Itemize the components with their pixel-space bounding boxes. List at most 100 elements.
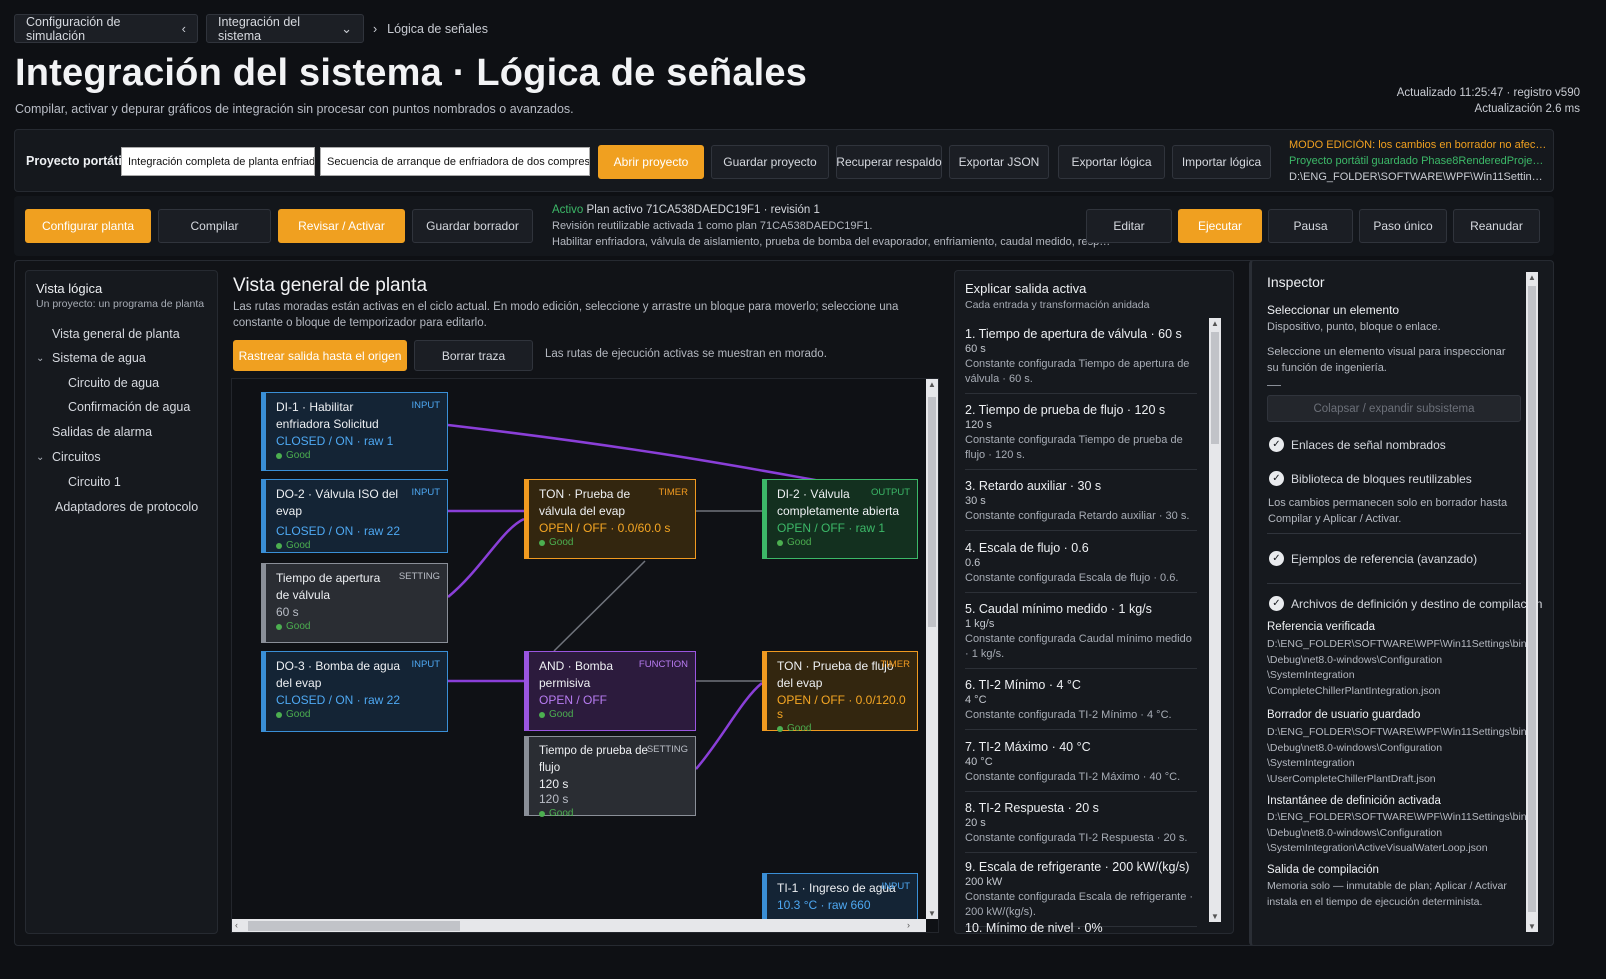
import-logic-button[interactable]: Importar lógica [1172,145,1271,179]
clear-trace-button[interactable]: Borrar traza [414,340,533,371]
quality-label: Good [286,709,311,720]
export-logic-button[interactable]: Exportar lógica [1058,145,1165,179]
block-setting-flow-test-time[interactable]: SETTING Tiempo de prueba de flujo 120 s … [524,736,696,819]
scroll-thumb[interactable] [1211,332,1219,444]
open-project-button[interactable]: Abrir proyecto [598,145,704,179]
explain-item-detail: Constante configurada TI-2 Mínimo · 4 °C… [965,709,1172,721]
scroll-down-icon[interactable]: ▼ [1528,922,1536,931]
block-di2-valve-open[interactable]: OUTPUT DI-2 · Válvula completamente abie… [762,479,918,559]
divider [1267,385,1281,386]
project-description-input[interactable]: Secuencia de arranque de enfriadora de d… [320,147,590,176]
explain-item[interactable]: 2. Tiempo de prueba de flujo · 120 s 120… [965,402,1197,470]
scroll-right-icon[interactable]: › [907,920,910,930]
explain-item[interactable]: 5. Caudal mínimo medido · 1 kg/s 1 kg/s … [965,601,1197,669]
recover-backup-button[interactable]: Recuperar respaldo [836,145,942,179]
scroll-thumb[interactable] [1528,286,1536,912]
scroll-up-icon[interactable]: ▲ [1528,273,1536,282]
canvas-horizontal-scrollbar[interactable]: ‹ › [232,919,926,932]
logic-canvas[interactable]: INPUT DI-1 · Habilitar enfriadora Solici… [231,378,939,933]
tree-item-water-circuit[interactable]: Circuito de agua [68,376,159,390]
check-reference-examples[interactable]: ✓ Ejemplos de referencia (avanzado) [1269,551,1477,566]
block-do3[interactable]: INPUT DO-3 · Bomba de agua del evap CLOS… [261,651,448,732]
explain-scrollbar[interactable]: ▲ ▼ [1209,318,1221,922]
tree-item-water-system[interactable]: ⌄ Sistema de agua [36,351,146,365]
explain-item-detail: Constante configurada Tiempo de apertura… [965,358,1190,385]
explain-item[interactable]: 10. Mínimo de nivel · 0% [965,920,1197,933]
explain-item[interactable]: 8. TI-2 Respuesta · 20 s 20 s Constante … [965,800,1197,853]
explain-item[interactable]: 7. TI-2 Máximo · 40 °C 40 °C Constante c… [965,739,1197,792]
quality-label: Good [286,540,311,551]
status-dot-icon [539,810,545,817]
explain-item[interactable]: 6. TI-2 Mínimo · 4 °C 4 °C Constante con… [965,677,1197,730]
project-name-input[interactable]: Integración completa de planta enfriador… [121,147,315,176]
breadcrumb-current: › Lógica de señales [373,14,488,43]
explain-item-detail: Constante configurada Caudal mínimo medi… [965,633,1192,660]
chevron-down-icon[interactable]: ⌄ [36,353,46,364]
breadcrumb-label: Lógica de señales [387,21,488,36]
pause-button[interactable]: Pausa [1268,209,1353,243]
review-activate-button[interactable]: Revisar / Activar [278,209,405,243]
edit-mode-status: MODO EDICIÓN: los cambios en borrador no… [1289,139,1547,151]
resume-button[interactable]: Reanudar [1453,209,1540,243]
scroll-down-icon[interactable]: ▼ [928,909,936,918]
explain-item-detail: Constante configurada TI-2 Máximo · 40 °… [965,771,1181,783]
explain-item[interactable]: 1. Tiempo de apertura de válvula · 60 s … [965,326,1197,394]
block-ti1-water-inlet[interactable]: INPUT TI-1 · Ingreso de agua 10.3 °C · r… [762,873,918,923]
block-setting-valve-open-time[interactable]: SETTING Tiempo de apertura de válvula 60… [261,563,448,643]
export-json-button[interactable]: Exportar JSON [949,145,1049,179]
tree-subtitle: Un proyecto: un programa de planta [36,298,205,310]
block-name: TON · Prueba de válvula del evap [539,487,631,518]
link-set1-ton1[interactable] [447,517,525,598]
explain-item-title: 2. Tiempo de prueba de flujo · 120 s [965,403,1166,417]
block-do2[interactable]: INPUT DO-2 · Válvula ISO del evap CLOSED… [261,479,448,553]
save-project-button[interactable]: Guardar proyecto [711,145,829,179]
block-and-pump-permissive[interactable]: FUNCTION AND · Bomba permisiva OPEN / OF… [524,651,696,731]
link-set2-ton2[interactable] [695,682,763,770]
breadcrumb-system[interactable]: Integración del sistema ⌄ [206,14,364,43]
tree-item-water-confirmation[interactable]: Confirmación de agua [68,400,190,414]
check-definition-files[interactable]: ✓ Archivos de definición y destino de com… [1269,596,1542,611]
page-subtitle: Compilar, activar y depurar gráficos de … [15,102,574,116]
single-step-button[interactable]: Paso único [1359,209,1447,243]
chevron-down-icon[interactable]: ⌄ [36,452,46,463]
tree-item-plant-overview[interactable]: Vista general de planta [52,327,180,341]
scroll-up-icon[interactable]: ▲ [928,380,936,389]
block-tag: FUNCTION [638,659,688,670]
scroll-thumb[interactable] [928,397,936,627]
explain-item[interactable]: 3. Retardo auxiliar · 30 s 30 s Constant… [965,478,1197,531]
save-draft-button[interactable]: Guardar borrador [412,209,533,243]
scroll-up-icon[interactable]: ▲ [1211,319,1219,328]
explain-item[interactable]: 4. Escala de flujo · 0.6 0.6 Constante c… [965,540,1197,593]
block-value: 120 s [539,777,569,791]
edit-button[interactable]: Editar [1086,209,1172,243]
tree-item-alarm-outputs[interactable]: Salidas de alarma [52,425,152,439]
block-ton-valve-test[interactable]: TIMER TON · Prueba de válvula del evap O… [524,479,696,559]
block-tag: SETTING [646,744,688,755]
block-ton-flow-test[interactable]: TIMER TON · Prueba de flujo del evap OPE… [762,651,918,734]
status-dot-icon [539,539,545,546]
link-di2-and1[interactable] [553,560,646,652]
inspector-scrollbar[interactable]: ▲ ▼ [1526,272,1538,932]
explain-item[interactable]: 9. Escala de refrigerante · 200 kW/(kg/s… [965,859,1197,927]
block-state: OPEN / OFF · raw 1 [777,521,886,535]
tree-item-circuits[interactable]: ⌄ Circuitos [36,450,101,464]
block-di1[interactable]: INPUT DI-1 · Habilitar enfriadora Solici… [261,392,448,471]
check-named-links[interactable]: ✓ Enlaces de señal nombrados [1269,437,1446,452]
collapse-expand-button[interactable]: Colapsar / expandir subsistema [1267,395,1521,422]
compile-button[interactable]: Compilar [158,209,271,243]
canvas-vertical-scrollbar[interactable]: ▲ ▼ [926,379,938,919]
breadcrumb-simulation[interactable]: Configuración de simulación ‹ [14,14,198,43]
scroll-thumb[interactable] [248,921,460,931]
check-circle-icon: ✓ [1269,471,1284,486]
block-state: OPEN / OFF · 0.0/120.0 s [777,693,906,721]
tree-item-circuit-1[interactable]: Circuito 1 [68,475,121,489]
tree-item-protocol-adapters[interactable]: Adaptadores de protocolo [55,500,198,514]
scroll-down-icon[interactable]: ▼ [1211,912,1219,921]
explain-item-title: 7. TI-2 Máximo · 40 °C [965,740,1091,754]
check-block-library[interactable]: ✓ Biblioteca de bloques reutilizables [1269,471,1472,486]
scroll-left-icon[interactable]: ‹ [235,920,238,930]
run-button[interactable]: Ejecutar [1178,209,1262,243]
configure-plant-button[interactable]: Configurar planta [25,209,151,243]
link-di1-di2[interactable] [447,423,833,485]
trace-output-button[interactable]: Rastrear salida hasta el origen [233,340,407,371]
